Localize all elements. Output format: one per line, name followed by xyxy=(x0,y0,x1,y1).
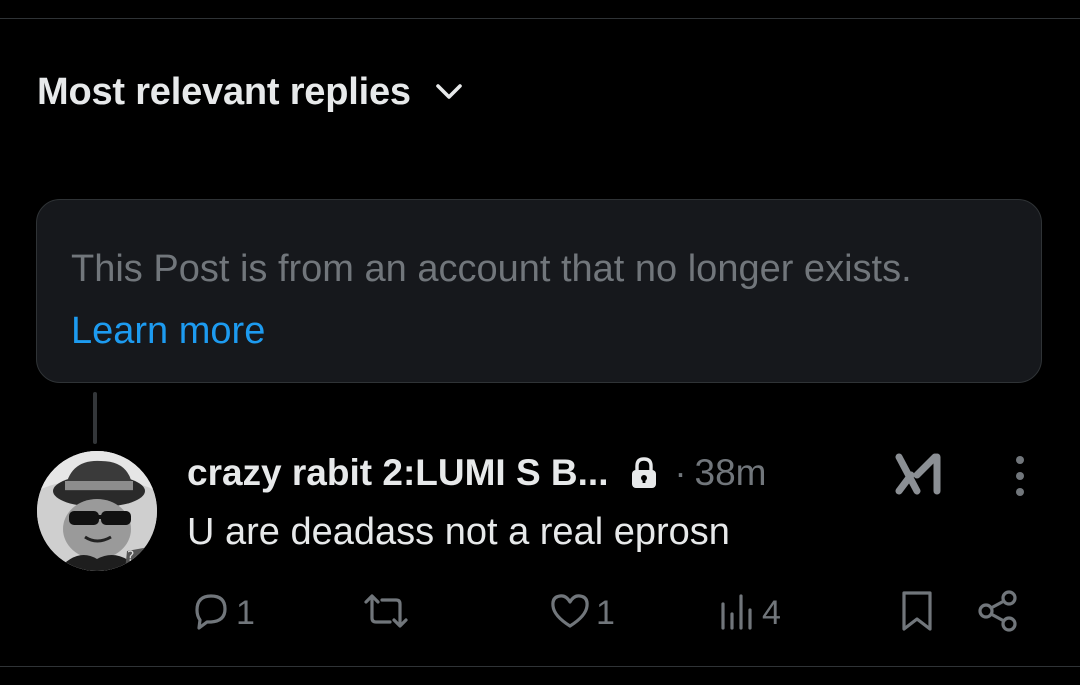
bottom-divider xyxy=(0,666,1080,667)
notice-message: This Post is from an account that no lon… xyxy=(71,248,912,290)
avatar-image: ? xyxy=(37,451,157,571)
learn-more-link[interactable]: Learn more xyxy=(71,310,265,352)
more-options-icon[interactable] xyxy=(1008,452,1032,500)
repost-icon xyxy=(360,590,412,637)
more-dot xyxy=(1016,456,1024,464)
reply-count: 1 xyxy=(236,593,255,632)
view-count: 4 xyxy=(762,593,781,632)
like-button[interactable]: 1 xyxy=(548,590,615,636)
reply-icon xyxy=(190,590,232,637)
reply-body: U are deadass not a real eprosn xyxy=(187,511,730,553)
heart-icon xyxy=(548,590,592,637)
like-count: 1 xyxy=(596,593,615,632)
bookmark-icon xyxy=(898,589,936,638)
avatar[interactable]: ? xyxy=(37,451,157,571)
reply-thread-view: Most relevant replies This Post is from … xyxy=(0,0,1080,685)
sort-replies-dropdown[interactable]: Most relevant replies xyxy=(37,64,463,120)
reply-header: crazy rabit 2:LUMI S B... · 38m xyxy=(187,447,766,499)
repost-button[interactable] xyxy=(360,590,412,636)
reply-button[interactable]: 1 xyxy=(190,590,255,636)
x-ai-logo-icon[interactable] xyxy=(895,453,947,495)
unavailable-post-notice: This Post is from an account that no lon… xyxy=(36,199,1042,383)
notice-text-block: This Post is from an account that no lon… xyxy=(71,238,1007,362)
reply-timestamp[interactable]: 38m xyxy=(695,452,767,494)
thread-connector-line xyxy=(93,392,97,444)
separator-dot: · xyxy=(674,452,687,493)
more-dot xyxy=(1016,488,1024,496)
svg-text:?: ? xyxy=(127,549,134,565)
sort-label: Most relevant replies xyxy=(37,70,411,113)
more-dot xyxy=(1016,472,1024,480)
chevron-down-icon xyxy=(435,83,463,101)
views-button[interactable]: 4 xyxy=(718,590,781,636)
top-divider xyxy=(0,18,1080,19)
bar-chart-icon xyxy=(718,590,758,637)
lock-icon xyxy=(629,457,659,489)
author-name[interactable]: crazy rabit 2:LUMI S B... xyxy=(187,452,609,494)
bookmark-button[interactable] xyxy=(898,590,936,636)
share-button[interactable] xyxy=(976,589,1022,638)
share-icon xyxy=(976,589,1022,638)
